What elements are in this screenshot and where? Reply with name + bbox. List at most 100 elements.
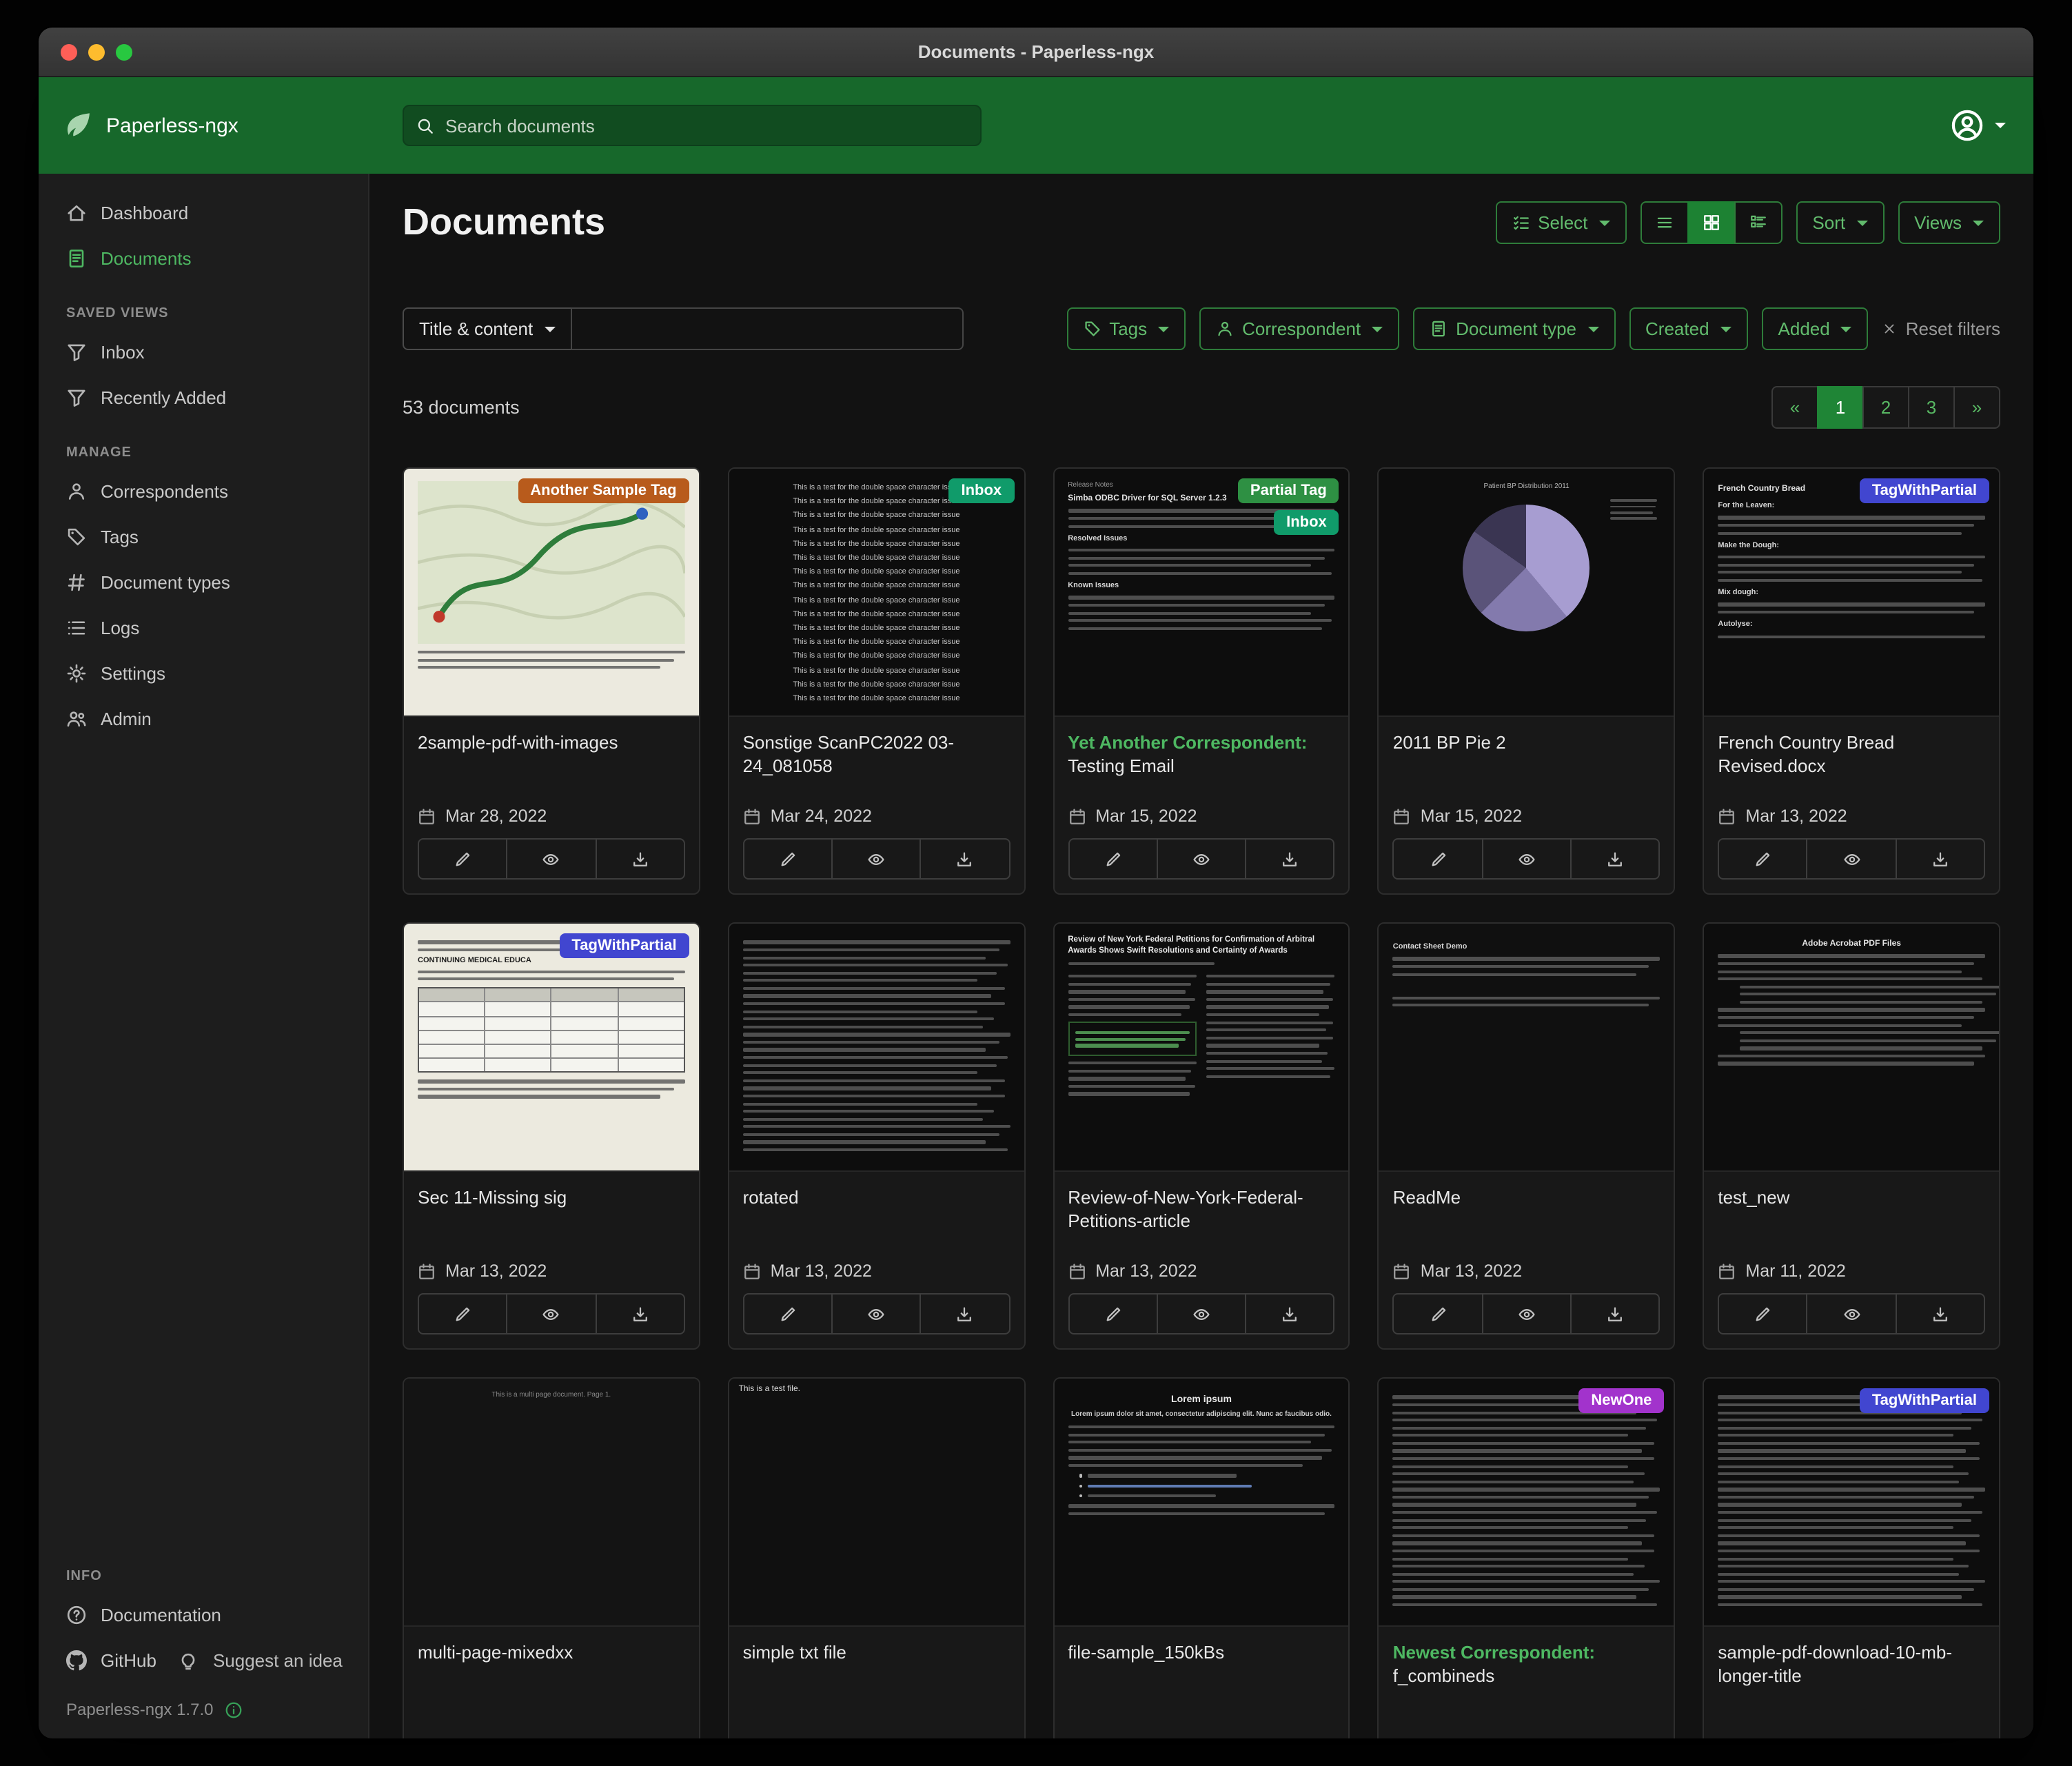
document-title[interactable]: simple txt file [729,1627,1024,1664]
tag-badge[interactable]: Partial Tag [1238,478,1339,503]
document-thumbnail[interactable]: This is a test file. [729,1379,1024,1627]
document-title[interactable]: 2011 BP Pie 2 [1379,717,1674,754]
tag-badge[interactable]: TagWithPartial [1860,478,1989,503]
info-icon[interactable] [224,1701,242,1718]
view-button[interactable] [1481,838,1572,880]
correspondent-link[interactable]: Yet Another Correspondent: [1068,732,1307,753]
tag-badge[interactable]: TagWithPartial [559,933,689,958]
search-input[interactable] [445,115,968,136]
edit-button[interactable] [1068,1293,1158,1334]
document-title[interactable]: file-sample_150kBs [1054,1627,1349,1664]
document-card[interactable]: TagWithPartial sample-pdf-download-10-mb-… [1703,1377,2000,1738]
view-button[interactable] [1807,1293,1897,1334]
view-button[interactable] [1157,838,1247,880]
views-dropdown[interactable]: Views [1898,201,2000,244]
tag-badge[interactable]: NewOne [1578,1388,1664,1413]
download-button[interactable] [1570,1293,1660,1334]
edit-button[interactable] [1718,1293,1808,1334]
pagination-page-3[interactable]: 3 [1908,386,1955,429]
created-filter-dropdown[interactable]: Created [1629,307,1748,350]
pagination-page-2[interactable]: 2 [1862,386,1909,429]
user-menu[interactable] [1951,109,2033,142]
download-button[interactable] [595,1293,685,1334]
view-button[interactable] [831,1293,922,1334]
sidebar-item-suggest-an-idea[interactable]: Suggest an idea [167,1638,369,1683]
edit-button[interactable] [1068,838,1158,880]
document-thumbnail[interactable]: Contact Sheet Demo [1379,924,1674,1172]
document-card[interactable]: Another Sample Tag 2sample-pdf-with-image… [403,467,700,895]
tag-badge[interactable]: Another Sample Tag [518,478,689,503]
pagination-prev[interactable]: « [1771,386,1818,429]
document-title[interactable]: 2sample-pdf-with-images [404,717,699,754]
document-title[interactable]: sample-pdf-download-10-mb-longer-title [1704,1627,1999,1687]
tags-filter-dropdown[interactable]: Tags [1066,307,1186,350]
sidebar-item-documents[interactable]: Documents [39,236,368,281]
view-button[interactable] [831,838,922,880]
document-thumbnail[interactable]: Lorem ipsumLorem ipsum dolor sit amet, c… [1054,1379,1349,1627]
document-title[interactable]: ReadMe [1379,1172,1674,1209]
tag-badge[interactable]: Inbox [1274,510,1339,535]
document-type-filter-dropdown[interactable]: Document type [1413,307,1615,350]
grid-view-button[interactable] [1687,201,1735,244]
tag-badge[interactable]: Inbox [949,478,1015,503]
sidebar-item-document-types[interactable]: Document types [39,560,368,605]
document-title[interactable]: rotated [729,1172,1024,1209]
document-card[interactable]: Lorem ipsumLorem ipsum dolor sit amet, c… [1053,1377,1350,1738]
document-title[interactable]: Review-of-New-York-Federal-Petitions-art… [1054,1172,1349,1232]
sidebar-item-settings[interactable]: Settings [39,651,368,696]
select-dropdown[interactable]: Select [1495,201,1626,244]
download-button[interactable] [920,1293,1010,1334]
download-button[interactable] [1245,838,1335,880]
document-card[interactable]: French Country BreadFor the Leaven:Make … [1703,467,2000,895]
document-thumbnail[interactable]: TagWithPartial [1704,1379,1999,1627]
edit-button[interactable] [1718,838,1808,880]
view-button[interactable] [507,838,597,880]
sidebar-item-documentation[interactable]: Documentation [39,1592,368,1638]
correspondent-link[interactable]: Newest Correspondent: [1393,1642,1595,1663]
download-button[interactable] [1245,1293,1335,1334]
document-card[interactable]: This is a test file.simple txt file [728,1377,1026,1738]
detail-view-button[interactable] [1734,201,1782,244]
document-card[interactable]: CONTINUING MEDICAL EDUCATagWithPartialSe… [403,922,700,1350]
pagination-next[interactable]: » [1953,386,2000,429]
download-button[interactable] [1895,838,1985,880]
minimize-button[interactable] [88,43,105,60]
filter-text-input[interactable] [570,307,963,350]
download-button[interactable] [1570,838,1660,880]
edit-button[interactable] [418,838,508,880]
edit-button[interactable] [743,838,833,880]
document-title[interactable]: Sonstige ScanPC2022 03-24_081058 [729,717,1024,778]
document-thumbnail[interactable]: This is a test for the double space char… [729,469,1024,717]
sidebar-item-correspondents[interactable]: Correspondents [39,469,368,514]
edit-button[interactable] [1393,838,1483,880]
document-card[interactable]: This is a test for the double space char… [728,467,1026,895]
document-thumbnail[interactable]: Another Sample Tag [404,469,699,717]
pagination-page-1[interactable]: 1 [1817,386,1864,429]
reset-filters-button[interactable]: Reset filters [1882,318,2000,339]
document-card[interactable]: Review of New York Federal Petitions for… [1053,922,1350,1350]
document-title[interactable]: Newest Correspondent: f_combineds [1379,1627,1674,1687]
document-card[interactable]: rotatedMar 13, 2022 [728,922,1026,1350]
title-content-dropdown[interactable]: Title & content [403,307,571,350]
view-button[interactable] [1157,1293,1247,1334]
edit-button[interactable] [1393,1293,1483,1334]
tag-badge[interactable]: TagWithPartial [1860,1388,1989,1413]
sidebar-item-github[interactable]: GitHub [39,1638,167,1683]
document-thumbnail[interactable]: NewOne [1379,1379,1674,1627]
document-thumbnail[interactable]: Review of New York Federal Petitions for… [1054,924,1349,1172]
document-title[interactable]: Yet Another Correspondent: Testing Email [1054,717,1349,778]
download-button[interactable] [1895,1293,1985,1334]
document-thumbnail[interactable]: Release NotesSimba ODBC Driver for SQL S… [1054,469,1349,717]
document-thumbnail[interactable]: CONTINUING MEDICAL EDUCATagWithPartial [404,924,699,1172]
list-view-button[interactable] [1640,201,1688,244]
brand[interactable]: Paperless-ngx [39,110,378,141]
view-button[interactable] [1481,1293,1572,1334]
document-thumbnail[interactable]: This is a multi page document. Page 1. [404,1379,699,1627]
document-card[interactable]: Contact Sheet DemoReadMeMar 13, 2022 [1378,922,1676,1350]
sidebar-item-dashboard[interactable]: Dashboard [39,190,368,236]
download-button[interactable] [920,838,1010,880]
sort-dropdown[interactable]: Sort [1796,201,1884,244]
close-button[interactable] [61,43,77,60]
document-card[interactable]: NewOne Newest Correspondent: f_combineds [1378,1377,1676,1738]
edit-button[interactable] [743,1293,833,1334]
